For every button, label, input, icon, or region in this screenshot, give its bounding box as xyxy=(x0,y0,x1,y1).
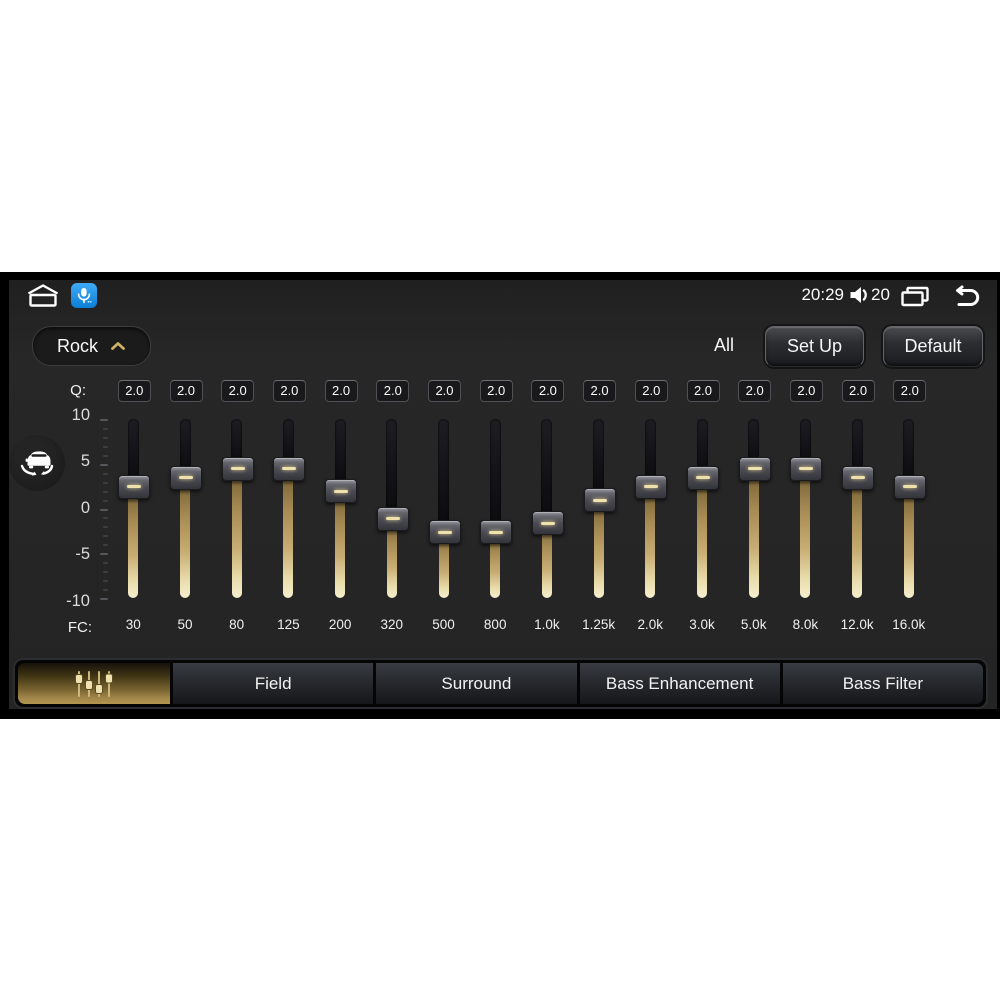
chevron-up-icon xyxy=(111,342,125,350)
all-toggle[interactable]: All xyxy=(714,335,734,356)
axis-tick-label: 5 xyxy=(80,452,90,471)
volume-level: 20 xyxy=(871,285,890,304)
volume-icon[interactable] xyxy=(848,285,870,305)
axis-tick-label: 10 xyxy=(71,406,90,424)
default-button[interactable]: Default xyxy=(883,326,983,367)
recent-apps-icon xyxy=(901,286,929,307)
tab-label: Surround xyxy=(441,673,512,693)
equalizer-sliders-icon xyxy=(75,670,113,697)
back-arrow-icon xyxy=(956,285,980,306)
tab-label: Field xyxy=(254,673,292,693)
fc-row-label: FC: xyxy=(67,619,92,636)
speaker-icon xyxy=(850,287,867,303)
back-button[interactable] xyxy=(949,285,983,308)
tab-surround[interactable]: Surround xyxy=(376,663,577,704)
setup-button[interactable]: Set Up xyxy=(765,326,864,367)
voice-assistant-icon xyxy=(77,288,92,304)
voice-assistant-button[interactable] xyxy=(71,283,97,308)
bottom-tab-bar: Field Surround Bass Enhancement Bass Fil… xyxy=(13,658,988,709)
tab-label: Bass Enhancement xyxy=(605,673,754,693)
tab-bass-filter[interactable]: Bass Filter xyxy=(782,663,983,704)
recents-button[interactable] xyxy=(899,286,931,307)
home-button[interactable] xyxy=(26,283,60,308)
tab-label: Bass Filter xyxy=(842,673,924,693)
car-headunit-equalizer-screen: 20:29 20 Rock All Set Up Default Q: FC: … xyxy=(0,0,1000,1000)
tab-equalizer[interactable] xyxy=(18,663,170,704)
axis-tick-label: 0 xyxy=(80,498,90,517)
car-surround-icon xyxy=(20,451,54,476)
tab-field[interactable]: Field xyxy=(173,663,374,704)
clock: 20:29 xyxy=(801,285,844,304)
preset-label: Rock xyxy=(56,335,98,356)
home-icon xyxy=(27,284,59,307)
preset-dropdown[interactable]: Rock xyxy=(32,326,151,366)
q-row-label: Q: xyxy=(70,382,86,399)
car-surround-button[interactable] xyxy=(9,435,65,491)
tab-bass-enhancement[interactable]: Bass Enhancement xyxy=(579,663,780,704)
axis-tick-label: -5 xyxy=(75,545,90,564)
axis-tick-label: -10 xyxy=(66,591,90,610)
